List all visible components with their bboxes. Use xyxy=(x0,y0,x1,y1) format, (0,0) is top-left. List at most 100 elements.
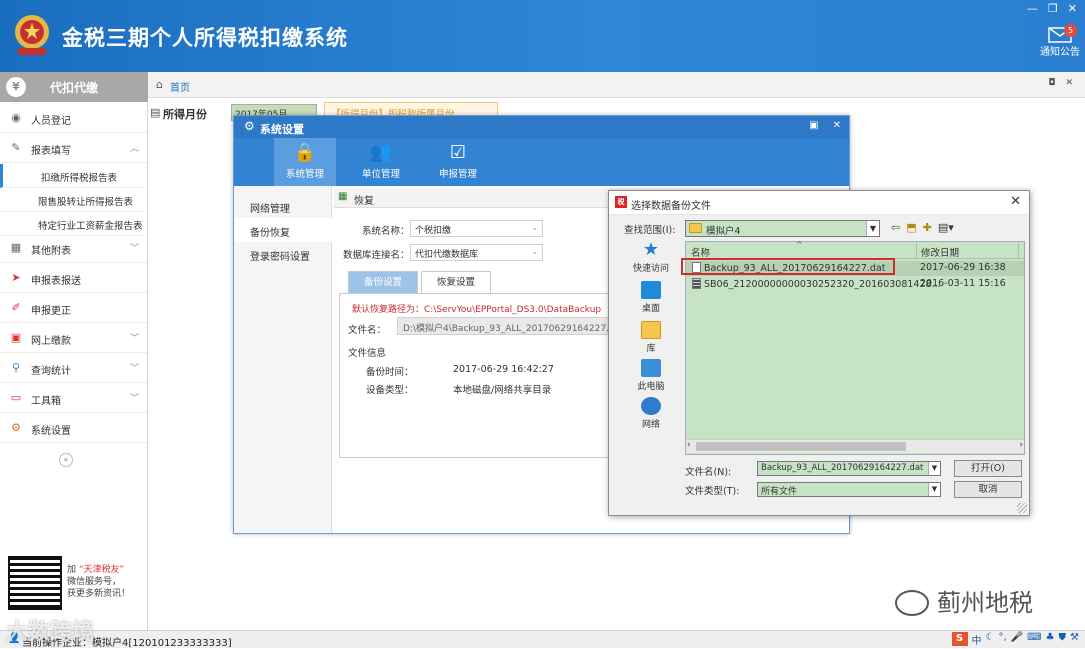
sidebar-item-label: 其他附表 xyxy=(31,246,71,257)
ime-moon-icon[interactable]: ☾ xyxy=(986,632,995,647)
tab-backup-settings[interactable]: 备份设置 xyxy=(348,271,418,293)
db-connection-select[interactable]: 代扣代缴数据库 ⌄ xyxy=(410,244,543,261)
tab-system-management[interactable]: 🔒 系统管理 xyxy=(274,138,336,186)
db-connection-label: 数据库连接名： xyxy=(343,250,410,261)
breadcrumb-home-link[interactable]: 首页 xyxy=(170,79,190,94)
menu-password[interactable]: 登录密码设置 xyxy=(234,242,332,266)
chevron-down-icon: ⌄ xyxy=(531,247,538,256)
sidebar-header-label: 代扣代缴 xyxy=(50,81,99,95)
sidebar-item-settings[interactable]: ⚙ 系统设置 xyxy=(0,413,147,443)
place-desktop[interactable]: 桌面 xyxy=(617,281,685,314)
sidebar-item-label: 报表填写 xyxy=(31,146,71,157)
resize-grip[interactable] xyxy=(1017,503,1027,513)
ime-keyboard-icon[interactable]: ⌨ xyxy=(1027,632,1041,647)
chevron-down-icon: ﹀ xyxy=(129,244,139,254)
ime-skin-icon[interactable]: ♣ xyxy=(1046,632,1055,647)
tool-label: 申报管理 xyxy=(438,169,477,180)
place-quick-access[interactable]: ★ 快速访问 xyxy=(617,241,685,275)
sidebar-item-personnel[interactable]: ◉ 人员登记 xyxy=(0,103,147,133)
sidebar-item-query[interactable]: ⚲ 查询统计 ﹀ xyxy=(0,353,147,383)
tab-unit-management[interactable]: 👥 单位管理 xyxy=(350,138,412,186)
scroll-right-icon[interactable]: › xyxy=(1019,440,1023,450)
menu-network[interactable]: 网络管理 xyxy=(234,194,332,218)
place-network[interactable]: 网络 xyxy=(617,397,685,430)
chevron-down-icon: ﹀ xyxy=(129,364,139,374)
filetype-value: 所有文件 xyxy=(761,487,798,497)
wechat-icon xyxy=(895,590,929,616)
tab-declaration-management[interactable]: ☑ 申报管理 xyxy=(427,138,489,186)
minimize-icon[interactable]: — xyxy=(1027,2,1038,15)
form-icon: ☑ xyxy=(449,142,467,163)
open-button[interactable]: 打开(O) xyxy=(954,460,1022,477)
place-label: 库 xyxy=(646,344,656,354)
sidebar-subitem-restricted-shares[interactable]: 限售股转让所得报告表 xyxy=(0,188,147,212)
restore-file-field[interactable]: D:\模拟户4\Backup_93_ALL_20170629164227.dat xyxy=(397,317,642,335)
sidebar-item-label: 申报表报送 xyxy=(31,276,81,287)
sidebar-subitem-withholding-report[interactable]: 扣缴所得税报告表 xyxy=(0,164,147,188)
place-label: 此电脑 xyxy=(637,382,665,392)
ime-tools-icon[interactable]: ⚒ xyxy=(1070,632,1079,647)
sidebar-item-correction[interactable]: ✐ 申报更正 xyxy=(0,293,147,323)
computer-icon xyxy=(641,359,661,377)
close-icon[interactable]: ✕ xyxy=(833,120,841,131)
tool-label: 单位管理 xyxy=(361,169,400,180)
sidebar-item-submit[interactable]: ➤ 申报表报送 xyxy=(0,263,147,293)
sidebar-item-label: 工具箱 xyxy=(31,396,61,407)
ime-mic-icon[interactable]: 🎤 xyxy=(1011,632,1023,647)
ime-chinese-icon[interactable]: 中 xyxy=(972,632,982,647)
sort-up-icon: ^ xyxy=(796,240,803,249)
collapse-sidebar-button[interactable]: « xyxy=(59,453,73,467)
restore-icon: ▦ xyxy=(338,191,348,202)
close-icon[interactable]: ✕ xyxy=(1068,2,1077,15)
filetype-select[interactable]: 所有文件 ▼ xyxy=(757,482,941,497)
ime-logo-icon[interactable]: S xyxy=(951,632,968,646)
maximize-icon[interactable]: ▣ xyxy=(809,120,818,131)
gear-icon: ⚙ xyxy=(244,119,255,133)
column-date-header[interactable]: 修改日期 xyxy=(921,245,959,259)
place-this-pc[interactable]: 此电脑 xyxy=(617,359,685,392)
file-list-header: 名称 ^ 修改日期 xyxy=(686,240,1024,259)
up-folder-icon[interactable]: ⬒ xyxy=(906,221,916,234)
menu-backup-restore[interactable]: 备份恢复 xyxy=(234,218,332,242)
sidebar-item-report-fill[interactable]: ✎ 报表填写 ︿ xyxy=(0,133,147,163)
notice-count-badge: 5 xyxy=(1064,24,1077,37)
new-folder-icon[interactable]: ✚ xyxy=(923,221,932,234)
sidebar-item-online-payment[interactable]: ▣ 网上缴款 ﹀ xyxy=(0,323,147,353)
qr-line2: 微信服务号， xyxy=(67,577,122,587)
chevron-down-icon: ⌄ xyxy=(531,223,538,232)
restore-icon[interactable]: ❐ xyxy=(1048,2,1058,15)
highlight-annotation xyxy=(681,258,895,275)
close-icon[interactable]: ✕ xyxy=(1010,194,1021,209)
scrollbar-thumb[interactable] xyxy=(696,442,906,451)
view-menu-icon[interactable]: ▤▾ xyxy=(938,221,954,234)
tab-restore-settings[interactable]: 恢复设置 xyxy=(421,271,491,294)
notice-button[interactable]: 5 通知公告 xyxy=(1037,24,1083,58)
file-dialog-nav: ⇦ ⬒ ✚ ▤▾ xyxy=(891,221,954,234)
sidebar-item-toolbox[interactable]: ▭ 工具箱 ﹀ xyxy=(0,383,147,413)
sidebar-subitem-label: 扣缴所得税报告表 xyxy=(41,173,118,184)
place-libraries[interactable]: 库 xyxy=(617,321,685,354)
default-restore-path: 默认恢复路径为：C:\ServYou\EPPortal_DS3.0\DataBa… xyxy=(352,305,602,315)
places-bar: ★ 快速访问 桌面 库 此电脑 网络 xyxy=(617,241,685,441)
sidebar-item-label: 查询统计 xyxy=(31,366,71,377)
tab-controls: ◘ ✕ xyxy=(1048,78,1073,88)
tab-close-icon[interactable]: ✕ xyxy=(1065,78,1073,88)
sidebar-header[interactable]: ¥ 代扣代缴 xyxy=(0,72,148,102)
file-date: 2016-03-11 15:16 xyxy=(920,278,1006,289)
sidebar-item-other-schedules[interactable]: ▦ 其他附表 ﹀ xyxy=(0,233,147,263)
sidebar-subitem-label: 限售股转让所得报告表 xyxy=(38,197,134,208)
look-in-select[interactable]: 模拟户4 ▼ xyxy=(685,220,880,237)
sidebar-item-label: 人员登记 xyxy=(31,116,71,127)
back-icon[interactable]: ⇦ xyxy=(891,221,900,234)
file-row[interactable]: SB06_21200000000030252320_201603081428..… xyxy=(686,277,1024,292)
scroll-left-icon[interactable]: ‹ xyxy=(687,440,691,450)
sidebar-item-label: 申报更正 xyxy=(31,306,71,317)
tab-restore-icon[interactable]: ◘ xyxy=(1048,78,1055,88)
filename-input[interactable]: Backup_93_ALL_20170629164227.dat ▼ xyxy=(757,461,941,476)
cancel-button[interactable]: 取消 xyxy=(954,481,1022,498)
column-name-header[interactable]: 名称 xyxy=(691,245,710,259)
horizontal-scrollbar[interactable]: ‹ › xyxy=(686,439,1024,453)
ime-punct-icon[interactable]: °, xyxy=(998,632,1006,647)
system-name-select[interactable]: 个税扣缴 ⌄ xyxy=(410,220,543,237)
ime-shirt-icon[interactable]: ⛊ xyxy=(1059,632,1067,647)
